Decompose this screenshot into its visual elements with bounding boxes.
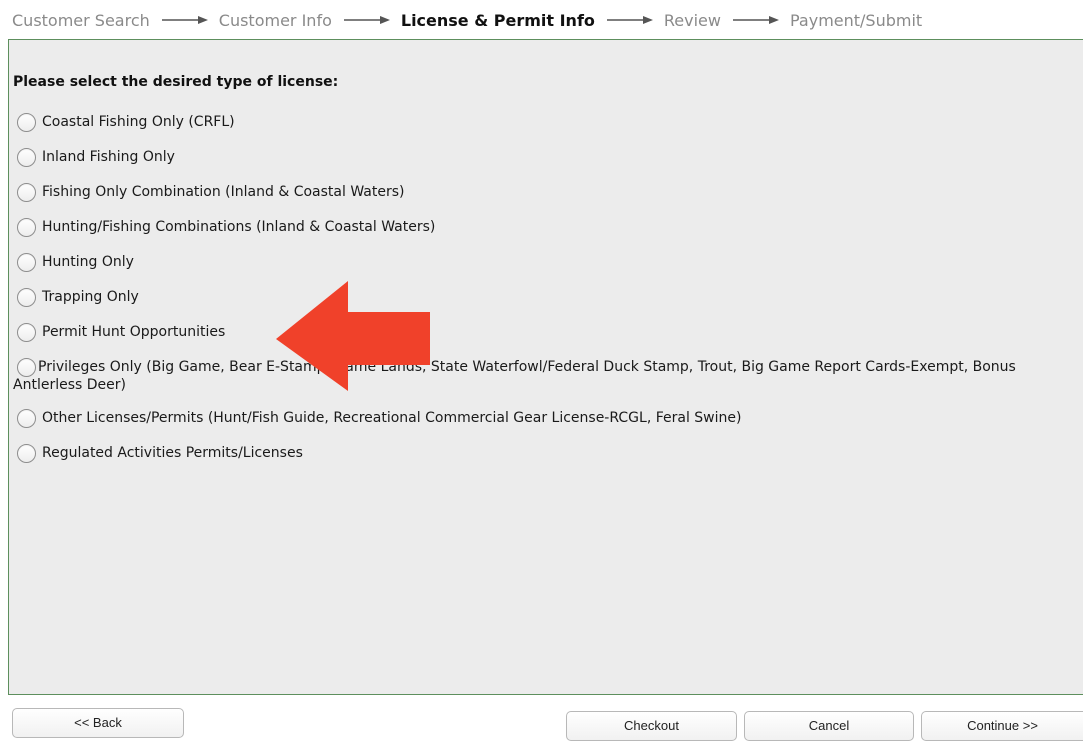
option-label: Other Licenses/Permits (Hunt/Fish Guide,… — [42, 410, 742, 426]
option-label: Permit Hunt Opportunities — [42, 324, 226, 340]
option-label: Fishing Only Combination (Inland & Coast… — [42, 184, 405, 200]
license-type-panel: Please select the desired type of licens… — [8, 39, 1083, 695]
option-label: Inland Fishing Only — [42, 149, 175, 165]
cancel-button[interactable]: Cancel — [744, 711, 914, 741]
radio-button[interactable] — [17, 253, 36, 272]
license-option-inland-fishing[interactable]: Inland Fishing Only — [17, 148, 1077, 167]
continue-button[interactable]: Continue >> — [921, 711, 1083, 741]
step-arrow-icon — [161, 15, 208, 25]
license-option-hunting-only[interactable]: Hunting Only — [17, 253, 1077, 272]
checkout-button[interactable]: Checkout — [566, 711, 737, 741]
radio-button[interactable] — [17, 323, 36, 342]
radio-button[interactable] — [17, 409, 36, 428]
option-label: Regulated Activities Permits/Licenses — [42, 445, 303, 461]
step-review: Review — [663, 10, 721, 30]
license-option-privileges-only[interactable]: Privileges Only (Big Game, Bear E-Stamp,… — [13, 358, 1077, 394]
step-arrow-icon — [343, 15, 390, 25]
step-customer-info: Customer Info — [218, 10, 332, 30]
radio-button[interactable] — [17, 148, 36, 167]
step-license-permit-info: License & Permit Info — [400, 10, 595, 30]
license-type-radio-group: Coastal Fishing Only (CRFL) Inland Fishi… — [13, 113, 1077, 479]
option-label: Hunting/Fishing Combinations (Inland & C… — [42, 219, 436, 235]
license-option-regulated-activities[interactable]: Regulated Activities Permits/Licenses — [17, 444, 1077, 463]
radio-button[interactable] — [17, 358, 36, 377]
radio-button[interactable] — [17, 113, 36, 132]
back-button[interactable]: << Back — [12, 708, 184, 738]
step-payment-submit: Payment/Submit — [789, 10, 923, 30]
option-label: Privileges Only (Big Game, Bear E-Stamp,… — [13, 359, 1016, 393]
license-option-permit-hunt[interactable]: Permit Hunt Opportunities — [17, 323, 1077, 342]
radio-button[interactable] — [17, 288, 36, 307]
wizard-steps: Customer Search Customer Info License & … — [12, 8, 922, 32]
license-option-hunting-fishing-combinations[interactable]: Hunting/Fishing Combinations (Inland & C… — [17, 218, 1077, 237]
option-label: Coastal Fishing Only (CRFL) — [42, 114, 235, 130]
license-option-coastal-fishing[interactable]: Coastal Fishing Only (CRFL) — [17, 113, 1077, 132]
license-type-prompt: Please select the desired type of licens… — [13, 74, 339, 90]
radio-button[interactable] — [17, 183, 36, 202]
license-option-trapping-only[interactable]: Trapping Only — [17, 288, 1077, 307]
step-arrow-icon — [732, 15, 779, 25]
option-label: Hunting Only — [42, 254, 134, 270]
step-customer-search: Customer Search — [12, 10, 150, 30]
step-arrow-icon — [606, 15, 653, 25]
option-label: Trapping Only — [42, 289, 139, 305]
radio-button[interactable] — [17, 218, 36, 237]
license-option-other-licenses[interactable]: Other Licenses/Permits (Hunt/Fish Guide,… — [17, 409, 1077, 428]
radio-button[interactable] — [17, 444, 36, 463]
license-option-fishing-combination[interactable]: Fishing Only Combination (Inland & Coast… — [17, 183, 1077, 202]
